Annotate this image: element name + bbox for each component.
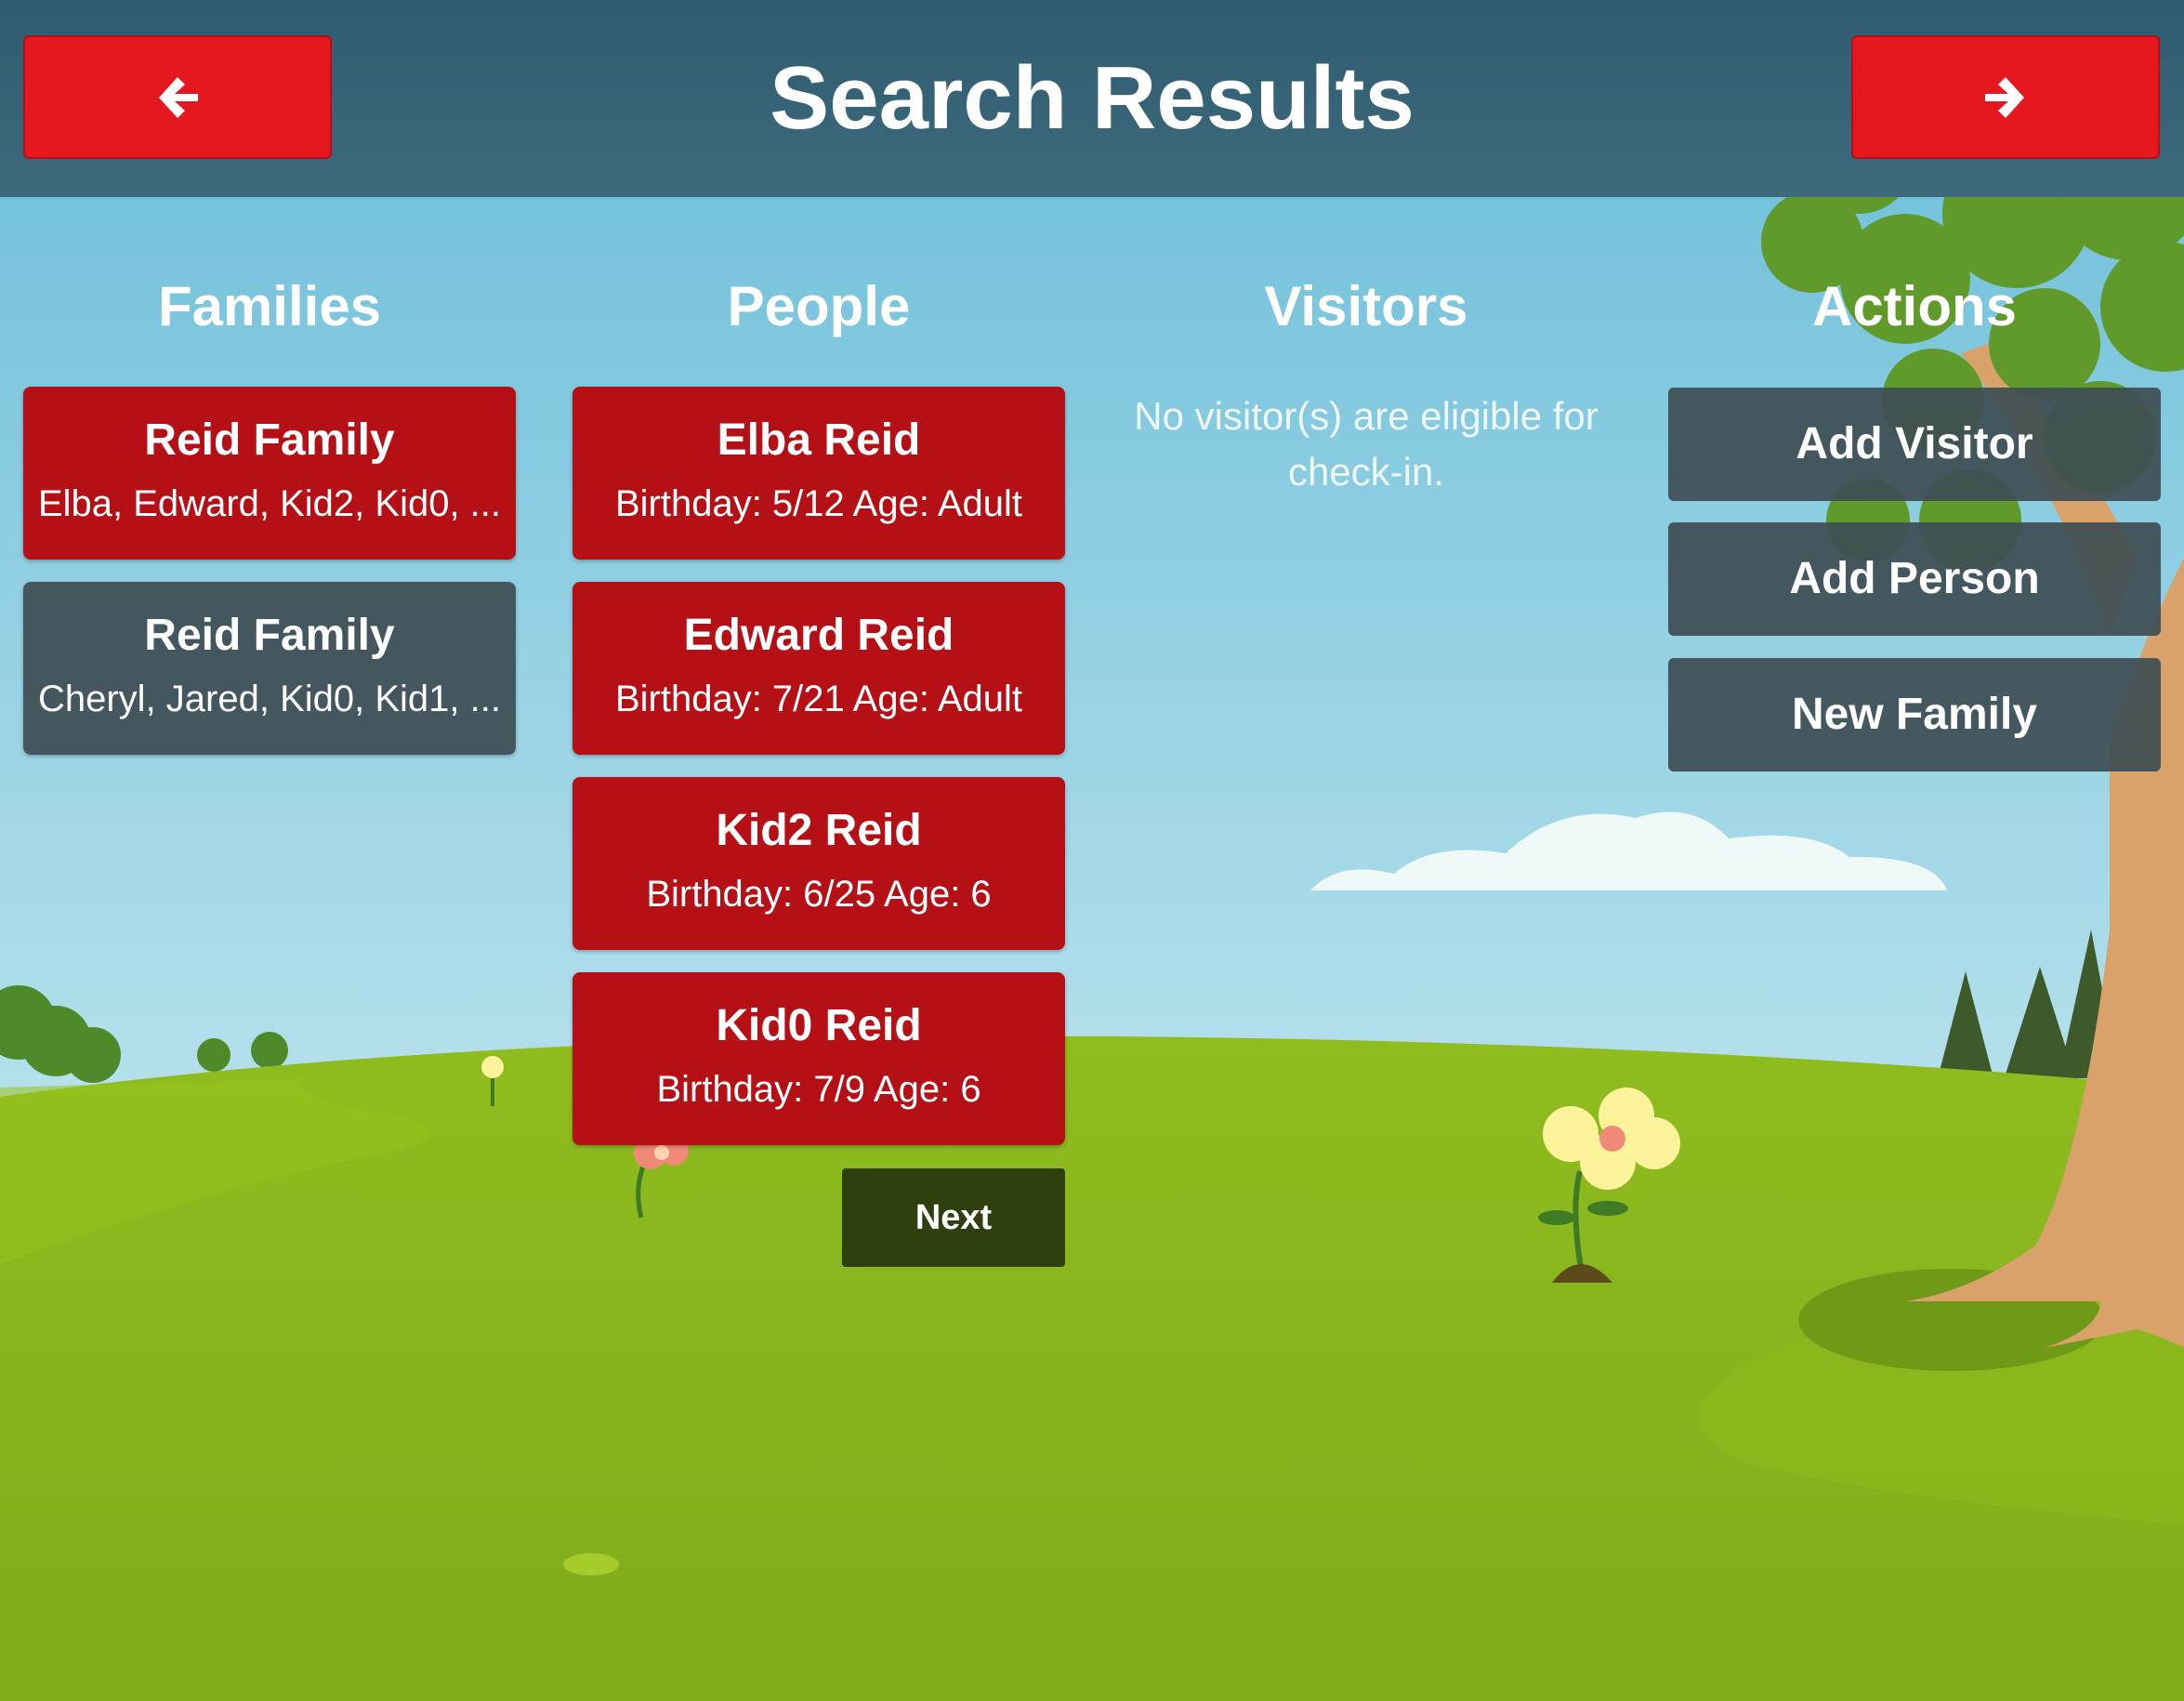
add-person-button[interactable]: Add Person xyxy=(1668,522,2161,636)
family-name: Reid Family xyxy=(144,415,395,465)
visitors-heading: Visitors xyxy=(1264,275,1468,337)
arrow-left-icon xyxy=(159,76,198,118)
person-name: Kid2 Reid xyxy=(716,806,922,855)
family-card[interactable]: Reid Family Cheryl, Jared, Kid0, Kid1, .… xyxy=(23,582,516,755)
person-name: Edward Reid xyxy=(683,611,954,660)
actions-heading: Actions xyxy=(1811,275,2018,337)
person-card[interactable]: Kid0 Reid Birthday: 7/9 Age: 6 xyxy=(572,972,1065,1145)
person-details: Birthday: 7/21 Age: Adult xyxy=(614,679,1023,719)
family-members: Cheryl, Jared, Kid0, Kid1, ... xyxy=(37,679,501,719)
visitors-message-line: check-in. xyxy=(1287,450,1445,494)
person-card[interactable]: Kid2 Reid Birthday: 6/25 Age: 6 xyxy=(572,777,1065,950)
person-details: Birthday: 6/25 Age: 6 xyxy=(646,874,992,915)
back-button[interactable] xyxy=(23,35,332,159)
family-card[interactable]: Reid Family Elba, Edward, Kid2, Kid0, ..… xyxy=(23,387,516,560)
people-heading: People xyxy=(727,275,911,337)
people-next-button[interactable]: Next xyxy=(842,1168,1065,1267)
person-details: Birthday: 7/9 Age: 6 xyxy=(656,1069,981,1110)
background-scene xyxy=(0,0,2184,1701)
person-card[interactable]: Edward Reid Birthday: 7/21 Age: Adult xyxy=(572,582,1065,755)
family-members: Elba, Edward, Kid2, Kid0, ... xyxy=(37,483,502,524)
person-details: Birthday: 5/12 Age: Adult xyxy=(614,483,1023,524)
person-name: Elba Reid xyxy=(717,415,921,465)
person-card[interactable]: Elba Reid Birthday: 5/12 Age: Adult xyxy=(572,387,1065,560)
person-name: Kid0 Reid xyxy=(716,1001,922,1050)
visitors-empty-message: No visitor(s) are eligible for check-in. xyxy=(1111,389,1622,500)
families-heading: Families xyxy=(157,275,382,337)
arrow-right-icon xyxy=(1985,76,2024,118)
add-visitor-button[interactable]: Add Visitor xyxy=(1668,388,2161,501)
new-family-button[interactable]: New Family xyxy=(1668,658,2161,771)
family-name: Reid Family xyxy=(144,611,395,660)
forward-button[interactable] xyxy=(1851,35,2160,159)
visitors-message-line: No visitor(s) are eligible for xyxy=(1134,394,1599,438)
